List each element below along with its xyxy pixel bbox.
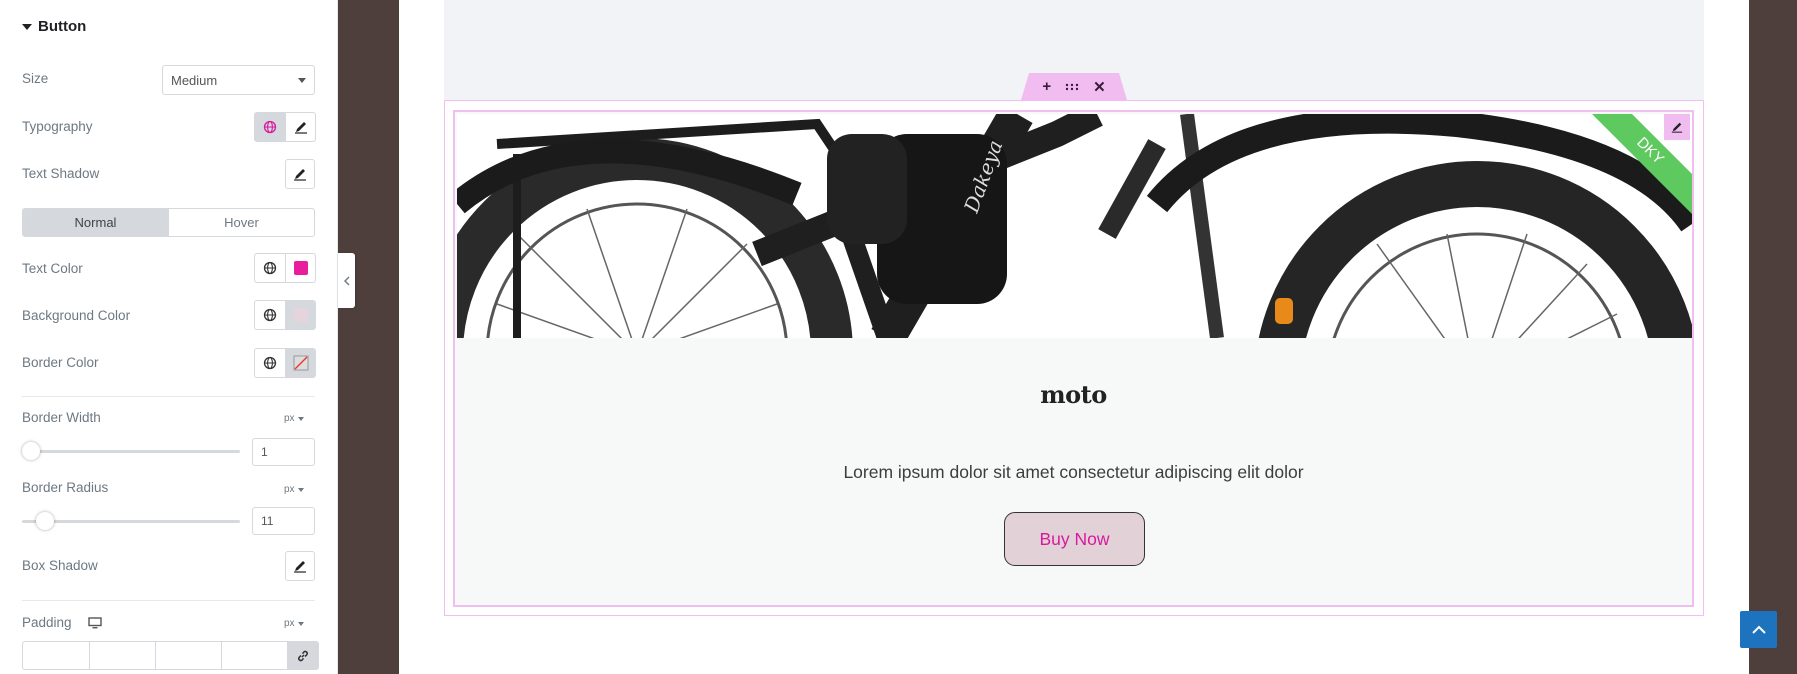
text-shadow-edit-button[interactable] bbox=[285, 159, 315, 189]
section-header-button[interactable]: Button bbox=[22, 18, 86, 35]
typography-edit-button[interactable] bbox=[285, 113, 315, 141]
card-title: moto bbox=[1040, 380, 1107, 409]
border-color-global-button[interactable] bbox=[255, 349, 285, 377]
pencil-icon bbox=[1671, 122, 1683, 133]
buy-now-button[interactable]: Buy Now bbox=[1004, 512, 1145, 566]
slider-handle[interactable] bbox=[22, 442, 40, 460]
background-color-swatch[interactable] bbox=[285, 301, 315, 329]
close-icon[interactable]: ✕ bbox=[1093, 78, 1106, 96]
border-width-label: Border Width bbox=[22, 410, 101, 425]
slider-handle[interactable] bbox=[36, 512, 54, 530]
box-shadow-label: Box Shadow bbox=[22, 558, 98, 573]
border-width-input[interactable] bbox=[252, 438, 315, 466]
padding-right-input[interactable] bbox=[89, 642, 155, 669]
size-value: Medium bbox=[171, 73, 218, 88]
size-label: Size bbox=[22, 71, 49, 86]
chevron-down-icon bbox=[297, 621, 304, 626]
globe-icon bbox=[263, 120, 277, 134]
padding-unit-select[interactable]: px bbox=[284, 618, 304, 629]
globe-icon bbox=[263, 308, 277, 322]
padding-label: Padding bbox=[22, 615, 72, 630]
chevron-down-icon bbox=[298, 78, 306, 83]
editor-panel: Button Size Medium Typography Text Shado… bbox=[0, 0, 338, 674]
edit-widget-button[interactable] bbox=[1664, 114, 1690, 140]
bike-illustration: Dakeya DKY bbox=[457, 114, 1692, 338]
desktop-icon[interactable] bbox=[88, 617, 102, 629]
pencil-icon bbox=[294, 561, 306, 573]
collapse-panel-button[interactable] bbox=[338, 253, 355, 308]
padding-inputs bbox=[22, 641, 319, 670]
color-swatch bbox=[293, 261, 308, 275]
border-radius-label: Border Radius bbox=[22, 480, 109, 495]
preview-canvas: + ✕ Dakeya DKY moto Lorem ipsum dolor si… bbox=[399, 0, 1749, 674]
state-tabs: Normal Hover bbox=[22, 208, 315, 237]
border-radius-input[interactable] bbox=[252, 507, 315, 535]
chevron-down-icon bbox=[297, 487, 304, 492]
padding-left-input[interactable] bbox=[221, 642, 287, 669]
chevron-down-icon bbox=[297, 416, 304, 421]
link-values-button[interactable] bbox=[287, 642, 318, 669]
chevron-left-icon bbox=[343, 276, 349, 285]
card-description: Lorem ipsum dolor sit amet consectetur a… bbox=[843, 462, 1304, 482]
size-select[interactable]: Medium bbox=[162, 65, 315, 95]
plus-icon[interactable]: + bbox=[1042, 78, 1051, 95]
text-shadow-label: Text Shadow bbox=[22, 166, 100, 181]
globe-icon bbox=[263, 356, 277, 370]
divider bbox=[22, 396, 315, 397]
tab-hover[interactable]: Hover bbox=[168, 209, 314, 236]
background-color-controls bbox=[254, 300, 316, 330]
color-swatch bbox=[293, 308, 308, 322]
caret-down-icon bbox=[22, 23, 32, 30]
product-image: Dakeya DKY bbox=[457, 114, 1692, 338]
background-color-global-button[interactable] bbox=[255, 301, 285, 329]
no-color-icon bbox=[293, 355, 308, 371]
text-color-controls bbox=[254, 253, 316, 283]
pencil-icon bbox=[294, 169, 306, 181]
section-title: Button bbox=[38, 18, 87, 35]
drag-grid-icon[interactable] bbox=[1065, 83, 1079, 91]
pencil-icon bbox=[294, 122, 307, 134]
padding-top-input[interactable] bbox=[23, 642, 89, 669]
border-color-swatch[interactable] bbox=[285, 349, 315, 377]
border-width-slider[interactable] bbox=[22, 442, 240, 460]
scroll-to-top-button[interactable] bbox=[1740, 611, 1777, 648]
link-icon bbox=[298, 650, 308, 661]
border-radius-slider[interactable] bbox=[22, 512, 240, 530]
background-color-label: Background Color bbox=[22, 308, 131, 323]
chevron-up-icon bbox=[1751, 625, 1766, 634]
section-handle: + ✕ bbox=[1021, 73, 1127, 100]
tab-normal[interactable]: Normal bbox=[23, 209, 168, 236]
padding-bottom-input[interactable] bbox=[155, 642, 221, 669]
border-width-unit-select[interactable]: px bbox=[284, 413, 304, 424]
text-color-swatch[interactable] bbox=[285, 254, 315, 282]
text-color-global-button[interactable] bbox=[255, 254, 285, 282]
typography-controls bbox=[254, 112, 316, 142]
typography-global-button[interactable] bbox=[255, 113, 285, 141]
globe-icon bbox=[263, 261, 277, 275]
text-color-label: Text Color bbox=[22, 261, 83, 276]
border-color-controls bbox=[254, 348, 316, 378]
box-shadow-edit-button[interactable] bbox=[285, 551, 315, 581]
typography-label: Typography bbox=[22, 119, 93, 134]
border-radius-unit-select[interactable]: px bbox=[284, 484, 304, 495]
divider bbox=[22, 600, 315, 601]
product-card: Dakeya DKY moto Lorem ipsum dolor sit am… bbox=[453, 110, 1694, 607]
border-color-label: Border Color bbox=[22, 355, 99, 370]
